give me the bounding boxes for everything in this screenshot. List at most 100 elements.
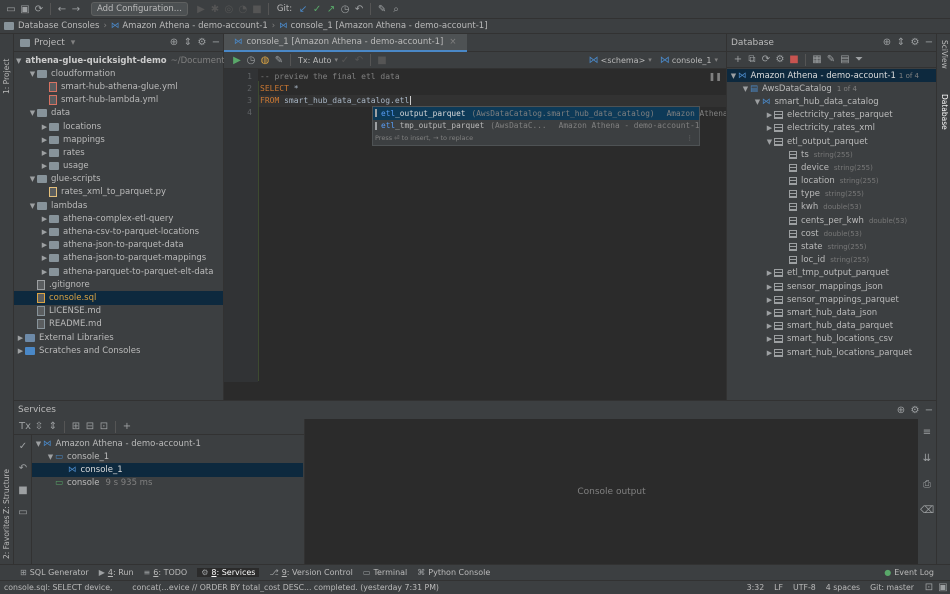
chevron-right-icon[interactable]: ▶ (16, 334, 25, 342)
db-column-node[interactable]: type string(255) (727, 188, 936, 201)
sync-icon[interactable]: ⟳ (32, 2, 46, 16)
chevron-down-icon[interactable]: ▼ (765, 138, 774, 146)
project-folder[interactable]: ▶ athena-csv-to-parquet-locations (14, 225, 223, 238)
tab-console-1[interactable]: ⋈ console_1 [Amazon Athena - demo-accoun… (224, 33, 467, 52)
explain-icon[interactable]: ◍ (258, 53, 272, 67)
breadcrumb-item[interactable]: Database Consoles (18, 21, 99, 31)
chevron-down-icon[interactable]: ▼ (28, 175, 37, 183)
tool-window-versioncontrol[interactable]: ⎇ 9: Version Control (269, 568, 352, 577)
tx-icon[interactable]: Tx (18, 420, 32, 434)
expand-all-icon[interactable]: ⇳ (32, 420, 46, 434)
stop-icon[interactable]: ■ (16, 483, 30, 497)
project-folder[interactable]: ▶ usage (14, 160, 223, 173)
caret-position[interactable]: 3:32 (747, 583, 765, 592)
filter-icon[interactable]: ⊟ (83, 420, 97, 434)
service-node[interactable]: ▼ ⋈ Amazon Athena - demo-account-1 (32, 437, 303, 450)
project-folder[interactable]: ▼ data (14, 107, 223, 120)
rollback-icon[interactable]: ↶ (352, 53, 366, 67)
git-commit-icon[interactable]: ✓ (310, 2, 324, 16)
rollback-icon[interactable]: ↶ (16, 461, 30, 475)
group-icon[interactable]: ⊞ (69, 420, 83, 434)
project-folder[interactable]: ▼ glue-scripts (14, 173, 223, 186)
inspection-icon[interactable]: ❚❚ (709, 72, 722, 81)
back-icon[interactable]: ← (55, 2, 69, 16)
project-file[interactable]: rates_xml_to_parquet.py (14, 186, 223, 199)
chevron-right-icon[interactable]: ▶ (765, 349, 774, 357)
git-update-icon[interactable]: ↙ (296, 2, 310, 16)
collapse-icon[interactable]: ⇕ (894, 36, 908, 50)
print-icon[interactable]: ⎙ (920, 477, 934, 491)
project-folder[interactable]: ▶ rates (14, 146, 223, 159)
layout-icon[interactable]: ▭ (16, 505, 30, 519)
chevron-right-icon[interactable]: ▶ (40, 228, 49, 236)
commit-icon[interactable]: ✓ (16, 439, 30, 453)
add-service-icon[interactable]: + (120, 420, 134, 434)
close-icon[interactable]: × (449, 37, 456, 47)
tool-window-terminal[interactable]: ▭ Terminal (363, 568, 407, 577)
project-file[interactable]: LICENSE.md (14, 305, 223, 318)
db-table-node[interactable]: ▶ smart_hub_locations_parquet (727, 346, 936, 359)
event-log-button[interactable]: Event Log (894, 568, 934, 577)
copy-icon[interactable]: ⧉ (745, 53, 759, 67)
project-folder[interactable]: ▶ athena-complex-etl-query (14, 212, 223, 225)
revert-icon[interactable]: ↶ (352, 2, 366, 16)
db-column-node[interactable]: state string(255) (727, 240, 936, 253)
schema-select[interactable]: <schema> (601, 56, 646, 65)
project-folder[interactable]: ▼ lambdas (14, 199, 223, 212)
collapse-icon[interactable]: ⇕ (181, 36, 195, 50)
completion-item[interactable]: etl _output_parquet (AwsDataCatalog.smart… (373, 107, 807, 120)
chevron-right-icon[interactable]: ▶ (765, 322, 774, 330)
chevron-right-icon[interactable]: ▶ (40, 215, 49, 223)
db-table-node[interactable]: ▶ electricity_rates_xml (727, 122, 936, 135)
minimize-icon[interactable]: − (209, 36, 223, 50)
profile-icon[interactable]: ◔ (236, 2, 250, 16)
gear-icon[interactable]: ⚙ (908, 36, 922, 50)
history-icon[interactable]: ◷ (338, 2, 352, 16)
breadcrumb-item[interactable]: console_1 [Amazon Athena - demo-account-… (291, 21, 488, 31)
table-view-icon[interactable]: ▦ (810, 53, 824, 67)
chevron-right-icon[interactable]: ▶ (765, 335, 774, 343)
chevron-right-icon[interactable]: ▶ (40, 254, 49, 262)
chevron-right-icon[interactable]: ▶ (40, 123, 49, 131)
refresh-icon[interactable]: ⟳ (759, 53, 773, 67)
file-encoding[interactable]: UTF-8 (793, 583, 816, 592)
chevron-right-icon[interactable]: ▶ (765, 309, 774, 317)
service-node[interactable]: ⋈ console_1 (32, 463, 303, 477)
edit-icon[interactable]: ✎ (824, 53, 838, 67)
chevron-right-icon[interactable]: ▶ (16, 347, 25, 355)
tool-window-todo[interactable]: ≡ 6: TODO (144, 568, 188, 577)
project-folder[interactable]: ▶ athena-json-to-parquet-data (14, 239, 223, 252)
line-separator[interactable]: LF (774, 583, 783, 592)
db-table-node[interactable]: ▶ smart_hub_data_parquet (727, 320, 936, 333)
forward-icon[interactable]: → (69, 2, 83, 16)
chevron-right-icon[interactable]: ▶ (40, 241, 49, 249)
project-folder[interactable]: ▶ athena-json-to-parquet-mappings (14, 252, 223, 265)
project-file[interactable]: console.sql (14, 291, 223, 305)
locate-icon[interactable]: ⊕ (894, 403, 908, 417)
locate-icon[interactable]: ⊕ (880, 36, 894, 50)
tool-window-pythonconsole[interactable]: ⌘ Python Console (417, 568, 490, 577)
memory-icon[interactable]: ▣ (936, 581, 950, 594)
completion-item[interactable]: etl _tmp_output_parquet (AwsDataC... Amaz… (373, 120, 699, 133)
db-column-node[interactable]: cents_per_kwh double(53) (727, 214, 936, 227)
chevron-right-icon[interactable]: ▶ (40, 162, 49, 170)
gear-icon[interactable]: ⚙ (908, 403, 922, 417)
save-all-icon[interactable]: ▣ (18, 2, 32, 16)
minimize-icon[interactable]: − (922, 403, 936, 417)
chevron-right-icon[interactable]: ▶ (40, 136, 49, 144)
indent-setting[interactable]: 4 spaces (826, 583, 860, 592)
tab-favorites[interactable]: 2: Favorites (2, 515, 11, 559)
db-table-node[interactable]: ▶ smart_hub_data_json (727, 306, 936, 319)
search-icon[interactable]: ⌕ (389, 2, 403, 16)
properties-icon[interactable]: ⚙ (773, 53, 787, 67)
chevron-right-icon[interactable]: ▶ (40, 149, 49, 157)
add-icon[interactable]: + (731, 53, 745, 67)
breadcrumb-item[interactable]: Amazon Athena - demo-account-1 (122, 21, 267, 31)
project-folder[interactable]: ▶ mappings (14, 133, 223, 146)
tab-database[interactable]: Database (940, 94, 949, 130)
cancel-icon[interactable]: ■ (375, 53, 389, 67)
chevron-right-icon[interactable]: ▶ (765, 283, 774, 291)
console-icon[interactable]: ▤ (838, 53, 852, 67)
catalog-node[interactable]: ▼ ▤ AwsDataCatalog 1 of 4 (727, 82, 936, 95)
tool-window-services[interactable]: ⚙ 8: Services (197, 568, 260, 577)
